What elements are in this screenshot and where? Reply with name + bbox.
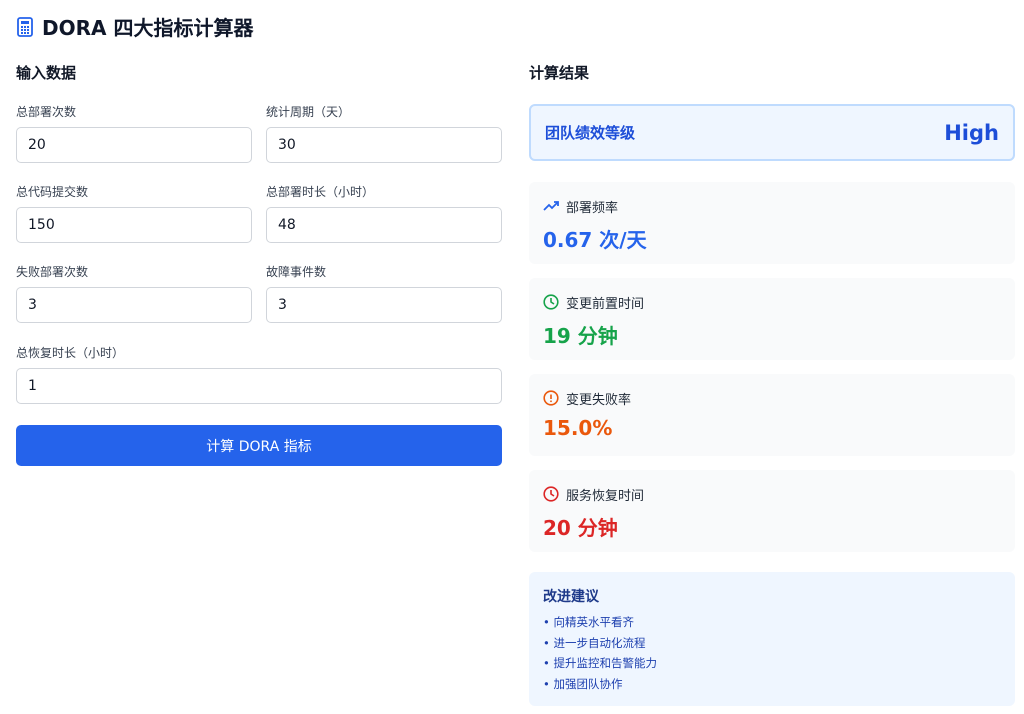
change-failure-rate-card: 变更失败率 15.0% xyxy=(529,374,1015,456)
recovery-hours-field: 总恢复时长（小时） xyxy=(16,344,502,404)
suggestions-panel: 改进建议 向精英水平看齐 进一步自动化流程 提升监控和告警能力 加强团队协作 xyxy=(529,572,1015,706)
deployment-frequency-card: 部署频率 0.67 次/天 xyxy=(529,182,1015,264)
metric-value: 20 分钟 xyxy=(543,516,618,540)
period-field: 统计周期（天） xyxy=(266,103,502,163)
failed-deployments-input[interactable] xyxy=(16,287,252,323)
field-label: 总部署时长（小时） xyxy=(266,185,375,199)
performance-grade-card: 团队绩效等级 High xyxy=(529,104,1015,161)
lead-time-card: 变更前置时间 19 分钟 xyxy=(529,278,1015,360)
suggestion-item: 向精英水平看齐 xyxy=(543,614,1001,635)
commits-input[interactable] xyxy=(16,207,252,243)
suggestion-item: 进一步自动化流程 xyxy=(543,635,1001,656)
field-label: 总部署次数 xyxy=(16,105,77,119)
trending-up-icon xyxy=(543,201,559,211)
calculate-button[interactable]: 计算 DORA 指标 xyxy=(16,425,502,466)
deploy-hours-field: 总部署时长（小时） xyxy=(266,183,502,243)
field-label: 总恢复时长（小时） xyxy=(16,346,125,360)
metric-label: 变更前置时间 xyxy=(566,296,645,312)
deployments-field: 总部署次数 xyxy=(16,103,252,163)
suggestion-item: 提升监控和告警能力 xyxy=(543,655,1001,676)
deployments-input[interactable] xyxy=(16,127,252,163)
period-input[interactable] xyxy=(266,127,502,163)
metric-label: 部署频率 xyxy=(566,200,619,216)
field-label: 故障事件数 xyxy=(266,265,327,279)
deploy-hours-input[interactable] xyxy=(266,207,502,243)
metric-value: 0.67 次/天 xyxy=(543,228,647,252)
results-heading: 计算结果 xyxy=(529,64,590,82)
failed-deployments-field: 失败部署次数 xyxy=(16,263,252,323)
recovery-time-card: 服务恢复时间 20 分钟 xyxy=(529,470,1015,552)
grade-label: 团队绩效等级 xyxy=(545,124,636,142)
input-heading: 输入数据 xyxy=(16,64,77,82)
field-label: 总代码提交数 xyxy=(16,185,89,199)
suggestions-heading: 改进建议 xyxy=(543,589,599,605)
commits-field: 总代码提交数 xyxy=(16,183,252,243)
metric-label: 变更失败率 xyxy=(566,392,632,408)
clock-icon xyxy=(543,294,559,310)
incidents-input[interactable] xyxy=(266,287,502,323)
metric-value: 19 分钟 xyxy=(543,324,618,348)
field-label: 统计周期（天） xyxy=(266,105,351,119)
incidents-field: 故障事件数 xyxy=(266,263,502,323)
suggestion-item: 加强团队协作 xyxy=(543,676,1001,697)
grade-value: High xyxy=(944,120,999,145)
metric-value: 15.0% xyxy=(543,416,613,440)
recovery-hours-input[interactable] xyxy=(16,368,502,404)
metric-label: 服务恢复时间 xyxy=(566,488,645,504)
field-label: 失败部署次数 xyxy=(16,265,89,279)
calculator-icon xyxy=(17,16,33,37)
alert-circle-icon xyxy=(543,390,559,406)
title-text: DORA 四大指标计算器 xyxy=(42,16,254,40)
page-title: DORA 四大指标计算器 xyxy=(16,12,253,41)
clock-icon xyxy=(543,486,559,502)
